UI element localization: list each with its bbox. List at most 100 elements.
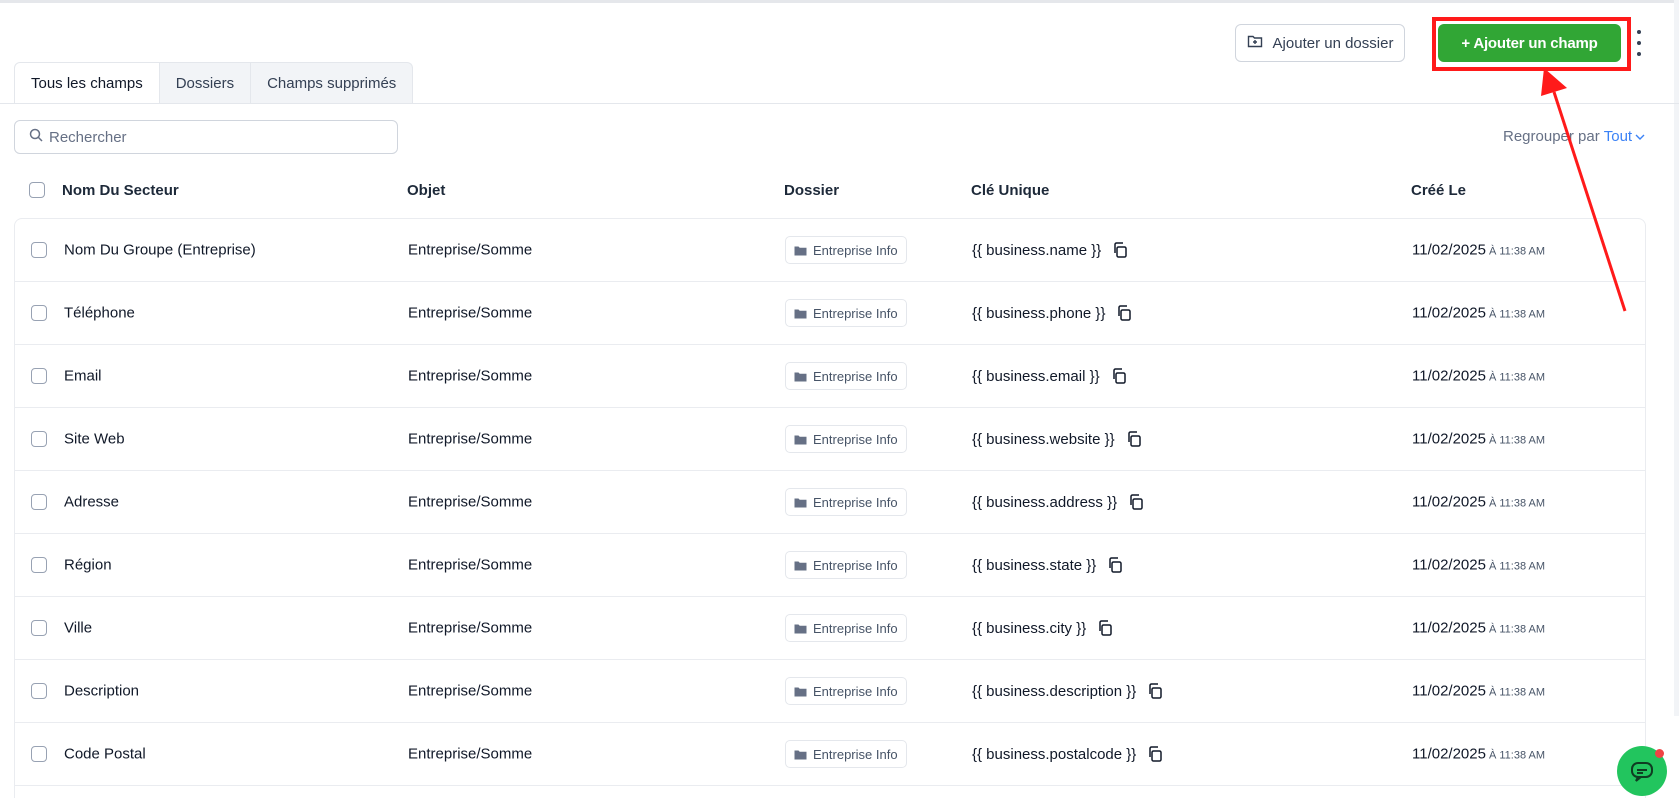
table-row[interactable]: Adresse Entreprise/Somme Entreprise Info…	[15, 471, 1645, 534]
copy-icon[interactable]	[1146, 745, 1164, 763]
unique-key-text: {{ business.email }}	[972, 367, 1100, 385]
field-name[interactable]: Téléphone	[64, 305, 135, 322]
field-name[interactable]: Ville	[64, 620, 92, 637]
created-date-value: 11/02/2025	[1412, 367, 1486, 385]
field-object: Entreprise/Somme	[408, 304, 533, 322]
table-row[interactable]: Ville Entreprise/Somme Entreprise Info {…	[15, 597, 1645, 660]
row-checkbox[interactable]	[31, 305, 47, 321]
table-row[interactable]: Nom Du Groupe (Entreprise) Entreprise/So…	[15, 219, 1645, 282]
copy-icon[interactable]	[1127, 493, 1145, 511]
folder-tag[interactable]: Entreprise Info	[785, 677, 907, 705]
group-by: Regrouper par Tout	[1503, 128, 1645, 145]
unique-key-text: {{ business.city }}	[972, 619, 1087, 637]
header-name[interactable]: Nom Du Secteur	[62, 182, 179, 199]
field-object: Entreprise/Somme	[408, 367, 533, 385]
copy-icon[interactable]	[1110, 367, 1128, 385]
folder-tag[interactable]: Entreprise Info	[785, 551, 907, 579]
field-name[interactable]: Email	[64, 368, 102, 385]
add-folder-button[interactable]: Ajouter un dossier	[1235, 24, 1405, 62]
folder-tag[interactable]: Entreprise Info	[785, 236, 907, 264]
folder-icon	[794, 687, 807, 696]
folder-icon	[794, 309, 807, 318]
field-name[interactable]: Site Web	[64, 431, 125, 448]
top-border	[0, 0, 1679, 3]
table-row[interactable]: Région Entreprise/Somme Entreprise Info …	[15, 534, 1645, 597]
unique-key-text: {{ business.name }}	[972, 241, 1102, 259]
table-row[interactable]: Site Web Entreprise/Somme Entreprise Inf…	[15, 408, 1645, 471]
chevron-down-icon	[1635, 134, 1645, 140]
header-folder[interactable]: Dossier	[784, 182, 839, 199]
field-object: Entreprise/Somme	[408, 745, 533, 763]
field-name[interactable]: Code Postal	[64, 746, 146, 763]
copy-icon[interactable]	[1111, 241, 1129, 259]
unique-key: {{ business.address }}	[972, 493, 1145, 511]
table-row[interactable]: Code Postal Entreprise/Somme Entreprise …	[15, 723, 1645, 786]
tab-bar: Tous les champs Dossiers Champs supprimé…	[14, 62, 414, 104]
header-unique-key[interactable]: Clé Unique	[971, 182, 1049, 199]
folder-tag[interactable]: Entreprise Info	[785, 740, 907, 768]
tabs-divider	[0, 103, 1679, 104]
folder-tag[interactable]: Entreprise Info	[785, 362, 907, 390]
unique-key: {{ business.city }}	[972, 619, 1114, 637]
highlight-annotation	[1432, 17, 1631, 71]
field-object: Entreprise/Somme	[408, 493, 533, 511]
folder-tag[interactable]: Entreprise Info	[785, 614, 907, 642]
field-name[interactable]: Région	[64, 557, 112, 574]
search-icon	[29, 128, 43, 147]
created-time: À 11:38 AM	[1488, 749, 1546, 762]
row-checkbox[interactable]	[31, 620, 47, 636]
unique-key: {{ business.email }}	[972, 367, 1128, 385]
folder-tag-label: Entreprise Info	[813, 242, 898, 258]
row-checkbox[interactable]	[31, 683, 47, 699]
folder-tag-label: Entreprise Info	[813, 620, 898, 636]
copy-icon[interactable]	[1096, 619, 1114, 637]
row-checkbox[interactable]	[31, 431, 47, 447]
table-row[interactable]: Téléphone Entreprise/Somme Entreprise In…	[15, 282, 1645, 345]
group-by-label: Regrouper par	[1503, 128, 1600, 145]
row-checkbox[interactable]	[31, 494, 47, 510]
copy-icon[interactable]	[1115, 304, 1133, 322]
group-by-select[interactable]: Tout	[1604, 128, 1645, 145]
row-checkbox[interactable]	[31, 242, 47, 258]
created-time: À 11:38 AM	[1488, 371, 1546, 384]
created-date-value: 11/02/2025	[1412, 682, 1486, 700]
row-checkbox[interactable]	[31, 368, 47, 384]
folder-icon	[794, 624, 807, 633]
header-object[interactable]: Objet	[407, 182, 445, 199]
tab-all-fields[interactable]: Tous les champs	[14, 62, 160, 104]
tab-folders[interactable]: Dossiers	[159, 62, 252, 104]
unique-key: {{ business.state }}	[972, 556, 1124, 574]
notification-dot	[1655, 749, 1664, 758]
copy-icon[interactable]	[1125, 430, 1143, 448]
header-created[interactable]: Créé Le	[1411, 182, 1466, 199]
search-input[interactable]	[49, 128, 389, 146]
field-name[interactable]: Adresse	[64, 494, 119, 511]
field-object: Entreprise/Somme	[408, 682, 533, 700]
unique-key-text: {{ business.postalcode }}	[972, 745, 1137, 763]
tab-deleted-fields[interactable]: Champs supprimés	[251, 62, 414, 104]
folder-icon	[794, 750, 807, 759]
created-date-value: 11/02/2025	[1412, 619, 1486, 637]
field-object: Entreprise/Somme	[408, 619, 533, 637]
folder-icon	[794, 372, 807, 381]
copy-icon[interactable]	[1146, 682, 1164, 700]
folder-tag[interactable]: Entreprise Info	[785, 425, 907, 453]
unique-key-text: {{ business.website }}	[972, 430, 1115, 448]
table-row[interactable]: Email Entreprise/Somme Entreprise Info {…	[15, 345, 1645, 408]
select-all-checkbox[interactable]	[29, 182, 45, 198]
created-time: À 11:38 AM	[1488, 497, 1546, 510]
field-name[interactable]: Nom Du Groupe (Entreprise)	[64, 242, 256, 259]
copy-icon[interactable]	[1106, 556, 1124, 574]
scrollbar[interactable]	[1674, 0, 1679, 716]
kebab-menu-icon[interactable]	[1632, 30, 1646, 56]
folder-tag[interactable]: Entreprise Info	[785, 488, 907, 516]
table-row[interactable]: Description Entreprise/Somme Entreprise …	[15, 660, 1645, 723]
folder-tag[interactable]: Entreprise Info	[785, 299, 907, 327]
created-date: 11/02/2025 À 11:38 AM	[1412, 305, 1545, 322]
row-checkbox[interactable]	[31, 746, 47, 762]
folder-tag-label: Entreprise Info	[813, 746, 898, 762]
row-checkbox[interactable]	[31, 557, 47, 573]
folder-plus-icon	[1247, 33, 1263, 53]
field-name[interactable]: Description	[64, 683, 139, 700]
field-object: Entreprise/Somme	[408, 430, 533, 448]
